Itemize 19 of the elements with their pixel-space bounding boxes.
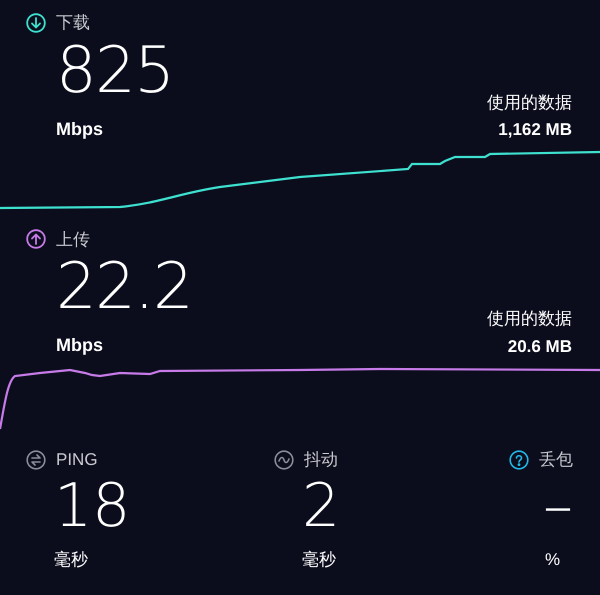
data-used-label: 使用的数据	[487, 308, 572, 330]
metric-value: 18	[53, 472, 132, 538]
metric-unit: %	[544, 548, 562, 570]
data-used-value: 20.6 MB	[508, 336, 572, 358]
data-used-value: 1,162 MB	[498, 119, 572, 141]
section-label: 下载	[56, 12, 90, 34]
section-label: 上传	[56, 228, 90, 250]
speed-unit: Mbps	[56, 118, 104, 141]
speed-unit: Mbps	[56, 334, 104, 357]
metric-unit: 毫秒	[53, 548, 89, 570]
metric-label: 抖动	[304, 449, 338, 471]
metric-value: –	[542, 472, 574, 538]
data-used-label: 使用的数据	[487, 92, 572, 114]
speed-value: 22.2	[56, 252, 192, 322]
metric-label: 丢包	[539, 449, 573, 471]
metric-value: 2	[301, 472, 342, 538]
speed-value: 825	[56, 36, 174, 106]
metric-unit: 毫秒	[301, 548, 337, 570]
metric-label: PING	[56, 449, 98, 471]
